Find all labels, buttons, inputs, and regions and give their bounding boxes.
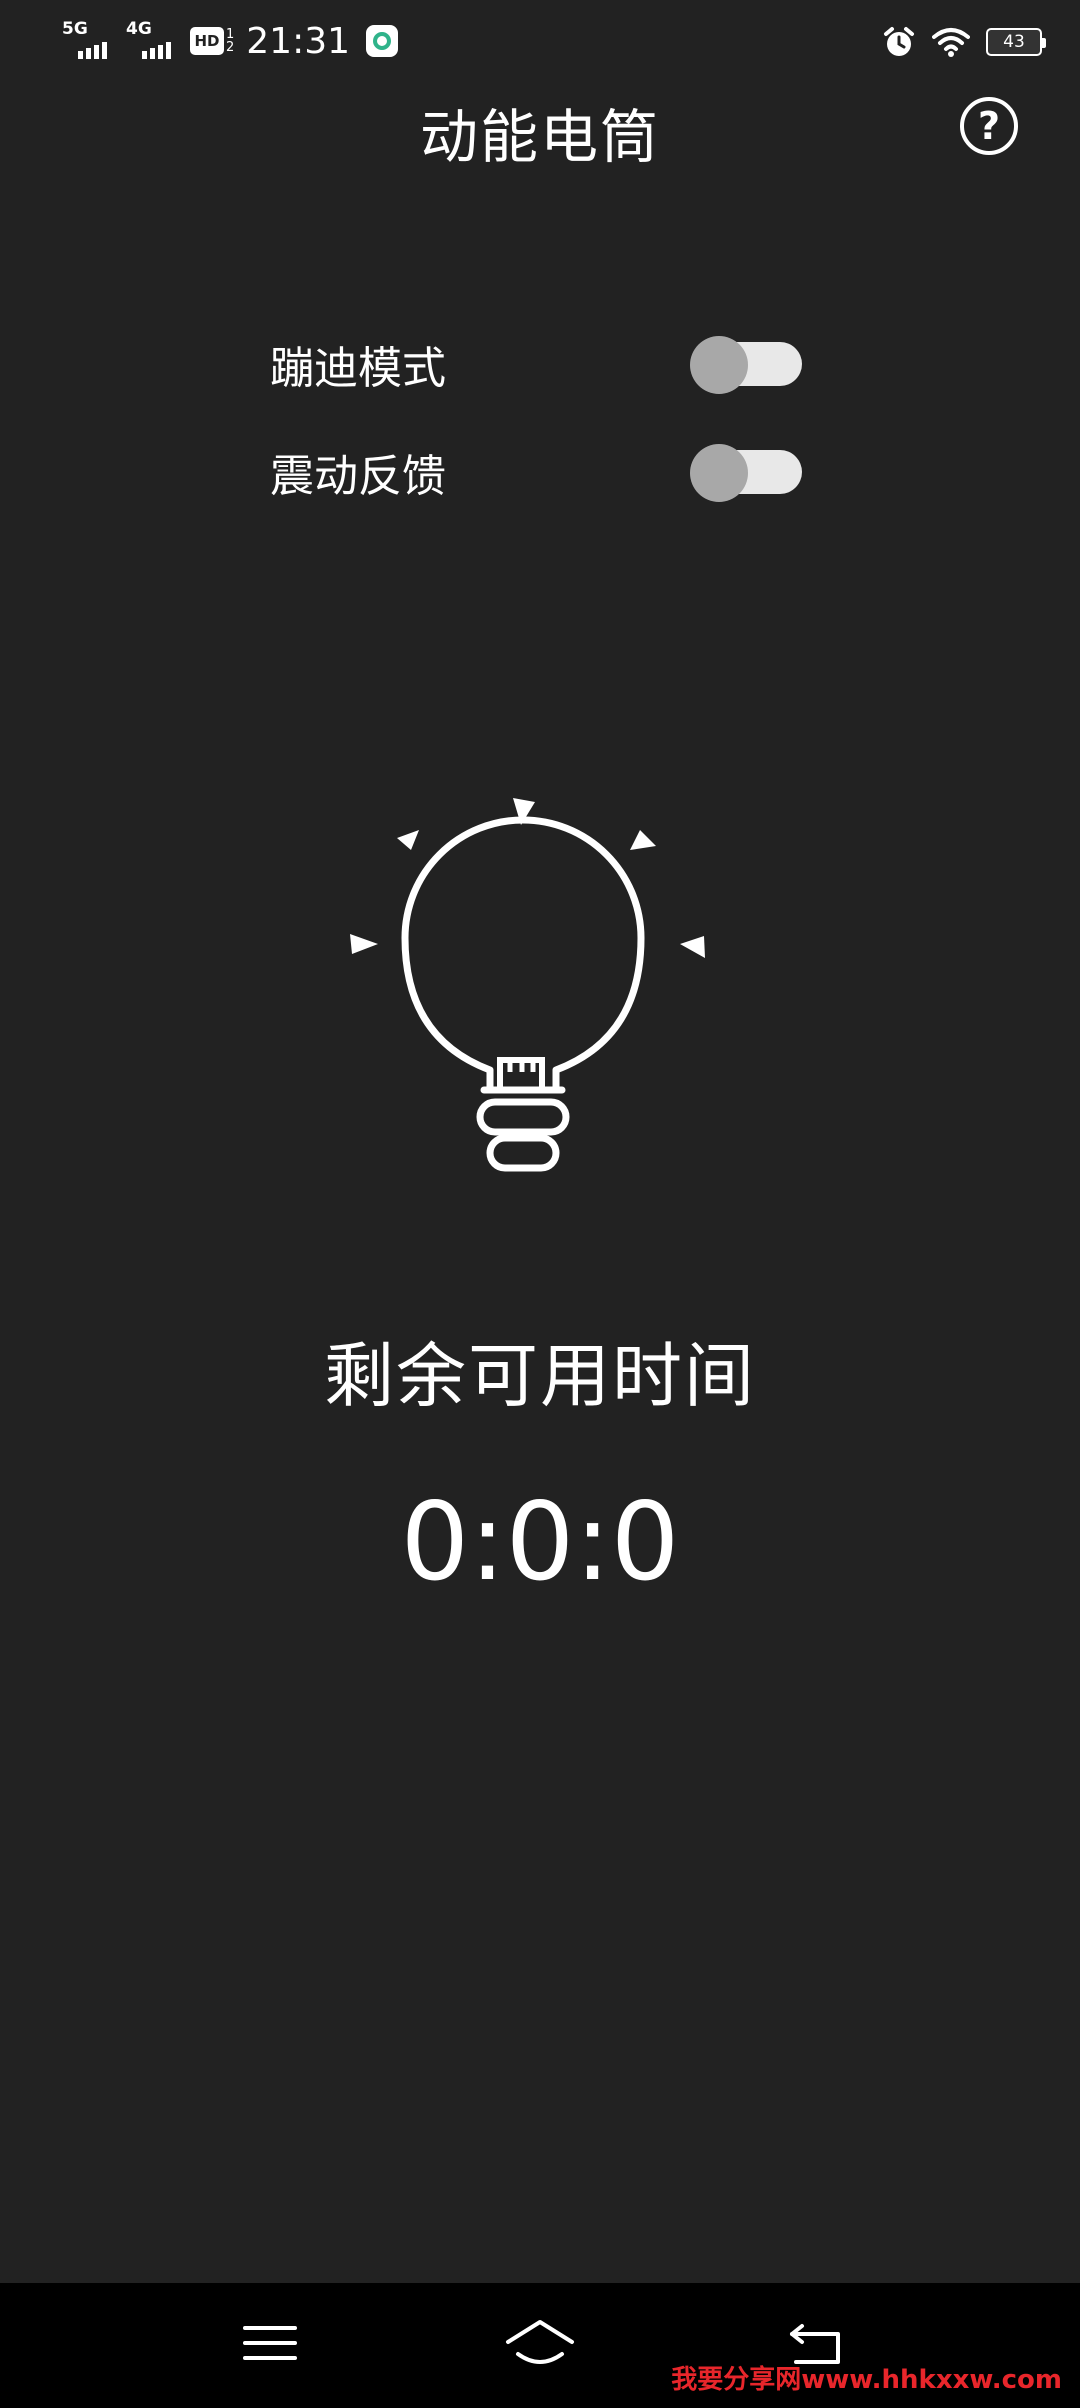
- ray-upper-right: [630, 830, 656, 850]
- home-icon: [506, 2320, 574, 2364]
- vibration-feedback-toggle[interactable]: [690, 444, 802, 502]
- status-bar-left: 5G 4G HD 1 2 21:31: [62, 18, 399, 64]
- remaining-time-value: 0:0:0: [400, 1480, 680, 1605]
- wifi-icon: [932, 28, 970, 57]
- signal-4g-icon: 4G: [126, 19, 176, 61]
- watermark-text: 我要分享网www.hhkxxw.com: [671, 2365, 1062, 2395]
- ray-right: [680, 936, 705, 958]
- toggle-thumb: [690, 444, 748, 502]
- nav-home-button[interactable]: [500, 2308, 580, 2378]
- question-circle-icon: ?: [977, 104, 1001, 148]
- signal-5g-icon: 5G: [62, 19, 112, 61]
- app-notification-icon: [366, 25, 399, 57]
- hd-sub-2: 2: [226, 40, 235, 55]
- alarm-icon: [884, 27, 914, 56]
- lightbulb-icon: [350, 798, 705, 1172]
- help-button[interactable]: ?: [960, 97, 1018, 155]
- setting-row-vibration-feedback: 震动反馈: [270, 430, 810, 510]
- system-nav-bar: 我要分享网www.hhkxxw.com: [0, 2283, 1080, 2408]
- bulb-glass: [401, 816, 645, 1090]
- ray-upper-left: [397, 830, 419, 850]
- setting-label-vibration-feedback: 震动反馈: [270, 451, 446, 502]
- battery-level: 43: [1003, 32, 1025, 52]
- remaining-time-label: 剩余可用时间: [324, 1335, 756, 1417]
- hd-voice-icon: HD: [190, 27, 224, 55]
- status-bar-right: 43: [882, 22, 1046, 62]
- ray-left: [350, 934, 378, 954]
- setting-label-disco-mode: 蹦迪模式: [270, 343, 446, 394]
- disco-mode-toggle[interactable]: [690, 336, 802, 394]
- status-time: 21:31: [246, 20, 351, 62]
- bulb-base-ring-1: [476, 1098, 570, 1136]
- flashlight-bulb-button[interactable]: [330, 780, 750, 1220]
- setting-row-disco-mode: 蹦迪模式: [270, 322, 810, 402]
- menu-icon: [243, 2326, 297, 2360]
- status-bar: 5G 4G HD 1 2 21:31 43: [0, 0, 1080, 82]
- nav-menu-button[interactable]: [230, 2308, 310, 2378]
- bulb-base-ring-2: [486, 1134, 560, 1172]
- toggle-thumb: [690, 336, 748, 394]
- page-title: 动能电筒: [419, 103, 660, 171]
- network-type-label: 4G: [126, 19, 152, 39]
- battery-icon: 43: [986, 28, 1046, 56]
- hd-sub-label: 1 2: [226, 28, 234, 54]
- network-type-label: 5G: [62, 19, 88, 39]
